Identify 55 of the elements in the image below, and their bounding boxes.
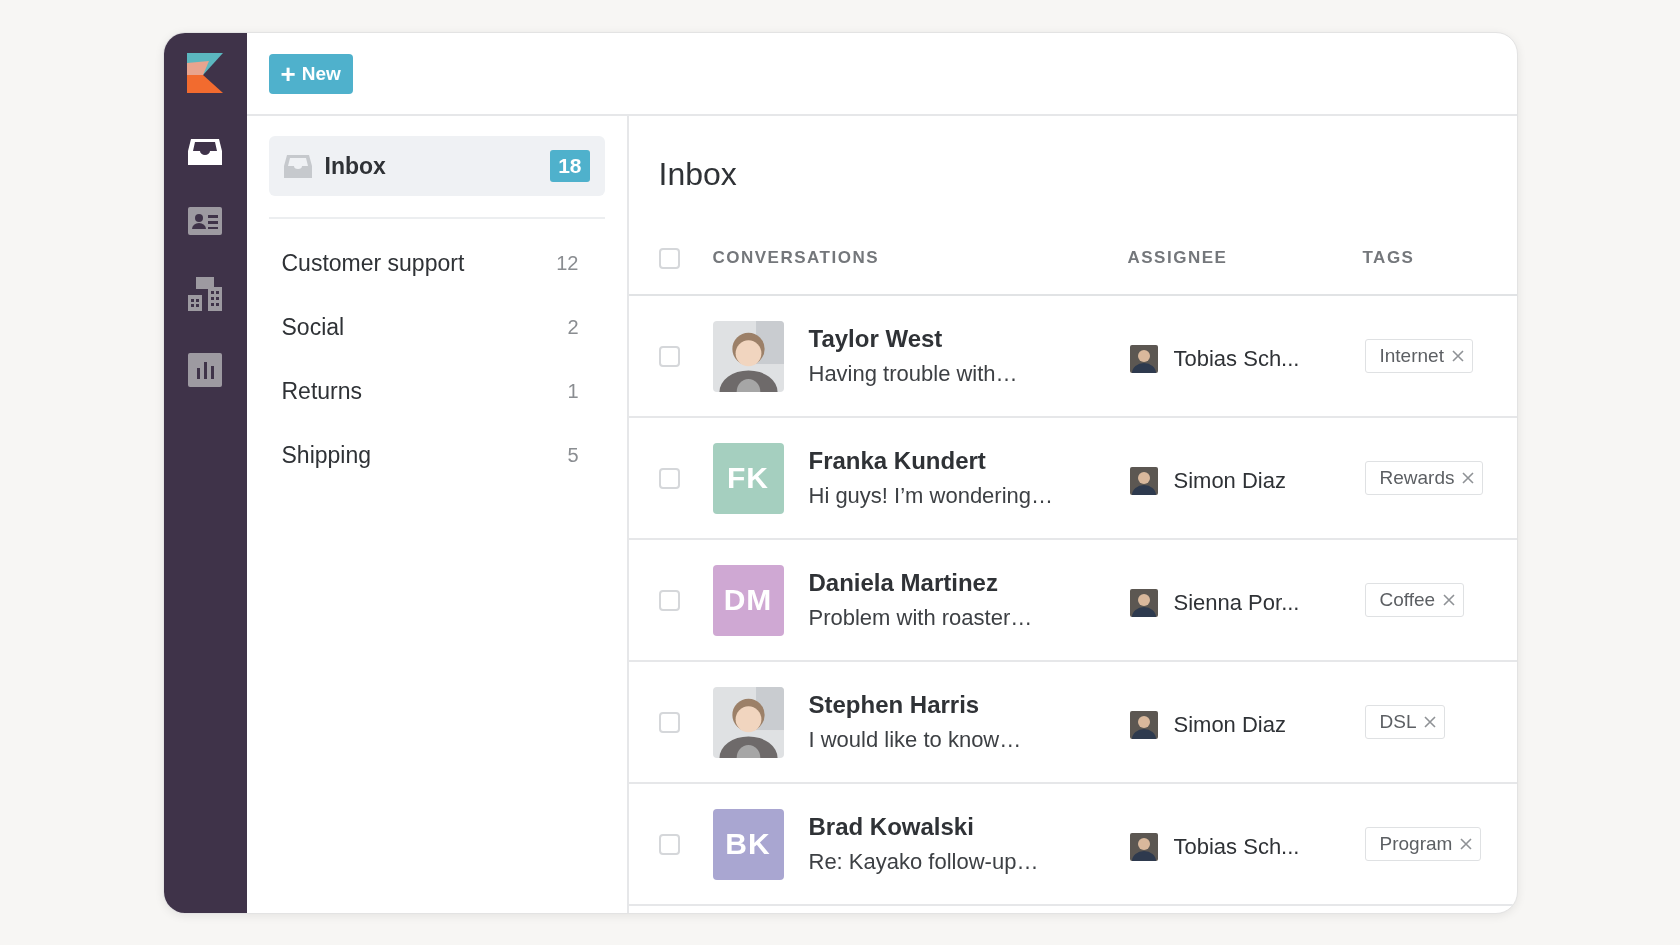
folder-item[interactable]: Social 2 bbox=[268, 295, 605, 359]
tag-chip: DSL bbox=[1364, 705, 1446, 739]
assignee-avatar-icon bbox=[1129, 467, 1158, 495]
contact-name: Taylor West bbox=[808, 325, 944, 353]
inbox-icon bbox=[283, 154, 312, 178]
close-icon[interactable] bbox=[1460, 838, 1473, 850]
tag-chip: Internet bbox=[1364, 339, 1473, 373]
contact-name: Stephen Harris bbox=[808, 691, 981, 719]
contact-name: Brad Kowalski bbox=[808, 813, 975, 841]
initials-avatar: FK bbox=[712, 442, 784, 514]
column-header: ASSIGNEE bbox=[1127, 248, 1229, 268]
tag-chip: Program bbox=[1364, 827, 1482, 861]
tag-chip: Coffee bbox=[1364, 583, 1465, 617]
initials-avatar: BK bbox=[712, 808, 784, 880]
contact-card-icon[interactable] bbox=[188, 207, 222, 235]
inbox-icon[interactable] bbox=[188, 137, 222, 165]
inbox-folder[interactable]: Inbox 18 bbox=[268, 136, 605, 196]
message-preview: Re: Kayako follow-up… bbox=[808, 849, 1040, 875]
row-checkbox[interactable] bbox=[658, 833, 680, 855]
assignee-name: Tobias Sch... bbox=[1173, 346, 1300, 372]
contact-name: Daniela Martinez bbox=[808, 569, 999, 597]
logo-icon bbox=[187, 53, 223, 93]
message-preview: Having trouble with… bbox=[808, 361, 1019, 387]
assignee-avatar-icon bbox=[1129, 833, 1158, 861]
select-all-checkbox[interactable] bbox=[658, 247, 680, 269]
unread-count: 18 bbox=[550, 150, 590, 182]
page-title: Inbox bbox=[657, 155, 738, 194]
initials-avatar: DM bbox=[712, 564, 784, 636]
message-preview: I would like to know… bbox=[808, 727, 1023, 753]
assignee-name: Tobias Sch... bbox=[1173, 834, 1300, 860]
bar-chart-icon[interactable] bbox=[188, 353, 222, 387]
close-icon[interactable] bbox=[1424, 716, 1437, 728]
assignee-name: Sienna Por... bbox=[1173, 590, 1300, 616]
row-checkbox[interactable] bbox=[658, 589, 680, 611]
assignee-name: Simon Diaz bbox=[1173, 468, 1286, 494]
column-header: CONVERSATIONS bbox=[712, 248, 881, 268]
message-preview: Hi guys! I’m wondering… bbox=[808, 483, 1055, 509]
contact-name: Franka Kundert bbox=[808, 447, 987, 475]
folder-item[interactable]: Returns 1 bbox=[268, 359, 605, 423]
assignee-avatar-icon bbox=[1129, 345, 1158, 373]
close-icon[interactable] bbox=[1462, 472, 1475, 484]
row-checkbox[interactable] bbox=[658, 345, 680, 367]
close-icon[interactable] bbox=[1451, 350, 1464, 362]
message-preview: Problem with roaster… bbox=[808, 605, 1034, 631]
buildings-icon[interactable] bbox=[188, 277, 222, 311]
column-header: TAGS bbox=[1362, 248, 1415, 268]
assignee-avatar-icon bbox=[1129, 711, 1158, 739]
assignee-name: Simon Diaz bbox=[1173, 712, 1286, 738]
tag-chip: Rewards bbox=[1364, 461, 1484, 495]
close-icon[interactable] bbox=[1443, 594, 1456, 606]
folder-item[interactable]: Shipping 5 bbox=[268, 423, 605, 487]
assignee-avatar-icon bbox=[1129, 589, 1158, 617]
row-checkbox[interactable] bbox=[658, 711, 680, 733]
folder-item[interactable]: Customer support 12 bbox=[268, 231, 605, 295]
row-checkbox[interactable] bbox=[658, 467, 680, 489]
